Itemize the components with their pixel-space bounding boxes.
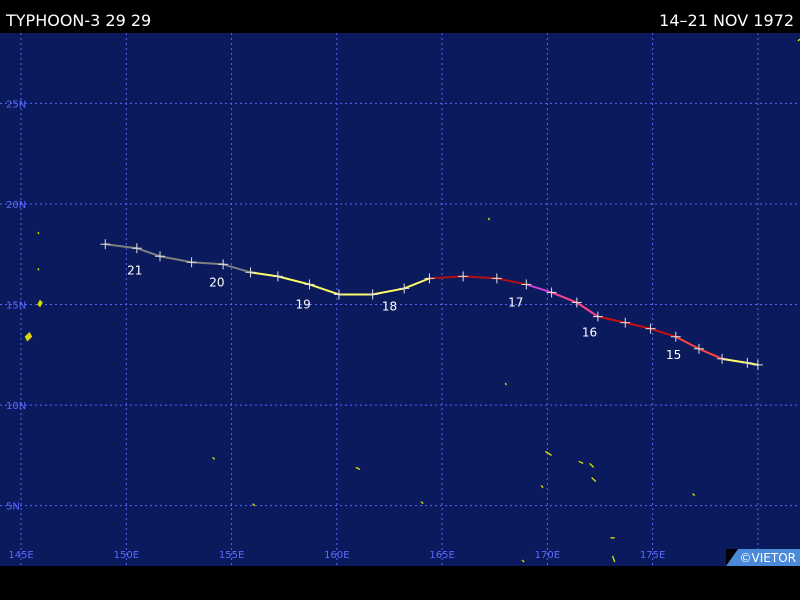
- track-position-marker: [333, 289, 344, 300]
- track-segment: [222, 263, 252, 274]
- island: [355, 466, 361, 471]
- track-position-marker: [155, 251, 165, 262]
- track-segment: [596, 315, 627, 324]
- track-position-marker: [670, 331, 681, 342]
- day-label: 21: [127, 263, 142, 277]
- map-canvas[interactable]: 15 16 17 18 19 20 21 145E 150E 155E 160E 165E 170E 1…: [0, 33, 800, 566]
- track-position-marker: [546, 287, 557, 298]
- island: [252, 503, 256, 507]
- track-position-marker: [304, 279, 315, 290]
- track-position-marker: [717, 353, 728, 364]
- day-label: 17: [508, 295, 523, 309]
- land-masses: [24, 38, 800, 563]
- credit-badge: ©VIETOR: [725, 549, 800, 566]
- island: [611, 555, 616, 563]
- footer-bar: [0, 566, 800, 600]
- island: [420, 501, 424, 505]
- track-segment: [721, 357, 749, 364]
- track-segment: [624, 321, 652, 330]
- island: [589, 462, 595, 468]
- island: [37, 299, 43, 308]
- track-segment: [428, 275, 465, 280]
- latitude-label: 10N: [6, 401, 26, 412]
- track-segment: [550, 291, 578, 304]
- track-segment: [649, 327, 677, 338]
- track-position-marker: [367, 289, 378, 300]
- track-segment: [308, 283, 340, 296]
- track-position-marker: [742, 357, 753, 368]
- track-segment: [495, 277, 528, 286]
- longitude-label: 150E: [114, 550, 139, 561]
- track-position-marker: [424, 273, 435, 284]
- day-label: 19: [296, 297, 311, 311]
- island: [24, 331, 33, 342]
- track-position-marker: [399, 283, 410, 294]
- graticule: [0, 33, 800, 566]
- longitude-label: 145E: [8, 550, 33, 561]
- track-position-marker: [645, 323, 656, 334]
- track-segment: [276, 275, 311, 286]
- longitude-label: 160E: [324, 550, 349, 561]
- longitude-label: 170E: [535, 550, 560, 561]
- island: [212, 456, 216, 460]
- island: [37, 267, 40, 271]
- track-position-marker: [186, 257, 197, 268]
- island: [504, 382, 507, 386]
- island: [692, 493, 696, 497]
- track-segment: [697, 347, 724, 360]
- longitude-label: 155E: [219, 550, 244, 561]
- latitude-label: 5N: [6, 502, 20, 513]
- track-segment: [159, 255, 193, 264]
- track-segment: [104, 243, 138, 250]
- track-position-marker: [521, 279, 532, 290]
- track-position-marker: [245, 267, 256, 278]
- track-segment: [462, 275, 498, 280]
- track-position-marker: [131, 243, 142, 254]
- track-position-marker: [693, 343, 704, 354]
- longitude-label: 175E: [640, 550, 665, 561]
- track-segment: [135, 247, 161, 258]
- island: [487, 217, 491, 221]
- island: [521, 559, 525, 563]
- latitude-label: 20N: [6, 200, 26, 211]
- day-label: 20: [209, 275, 224, 289]
- day-label: 16: [582, 326, 597, 340]
- date-range: 14–21 NOV 1972: [659, 11, 794, 30]
- day-label: 15: [666, 348, 681, 362]
- track-position-marker: [272, 271, 283, 282]
- island: [578, 460, 584, 465]
- track-position-marker: [218, 259, 229, 270]
- axis-labels: 145E150E155E160E165E170E175EDL25N20N15N1…: [6, 99, 765, 561]
- track-segment: [249, 271, 279, 278]
- track-position-marker: [752, 359, 763, 370]
- track-segment: [403, 277, 431, 290]
- track-position-marker: [100, 239, 111, 250]
- track-map[interactable]: 15 16 17 18 19 20 21 145E 150E 155E 160E 165E 170E 1…: [0, 33, 800, 566]
- island: [37, 231, 40, 235]
- latitude-label: 25N: [6, 99, 26, 110]
- storm-title: TYPHOON-3 29 29: [6, 11, 152, 30]
- island: [591, 476, 597, 483]
- track-segment: [371, 287, 406, 296]
- latitude-label: 15N: [6, 301, 26, 312]
- header-bar: TYPHOON-3 29 29 14–21 NOV 1972: [0, 0, 800, 33]
- track-segment: [575, 301, 599, 318]
- track-position-marker: [620, 317, 631, 328]
- longitude-label: 165E: [429, 550, 454, 561]
- track-position-marker: [491, 273, 502, 284]
- day-label: 18: [382, 299, 397, 313]
- island: [544, 450, 552, 456]
- track-position-marker: [458, 271, 469, 282]
- island: [540, 485, 544, 489]
